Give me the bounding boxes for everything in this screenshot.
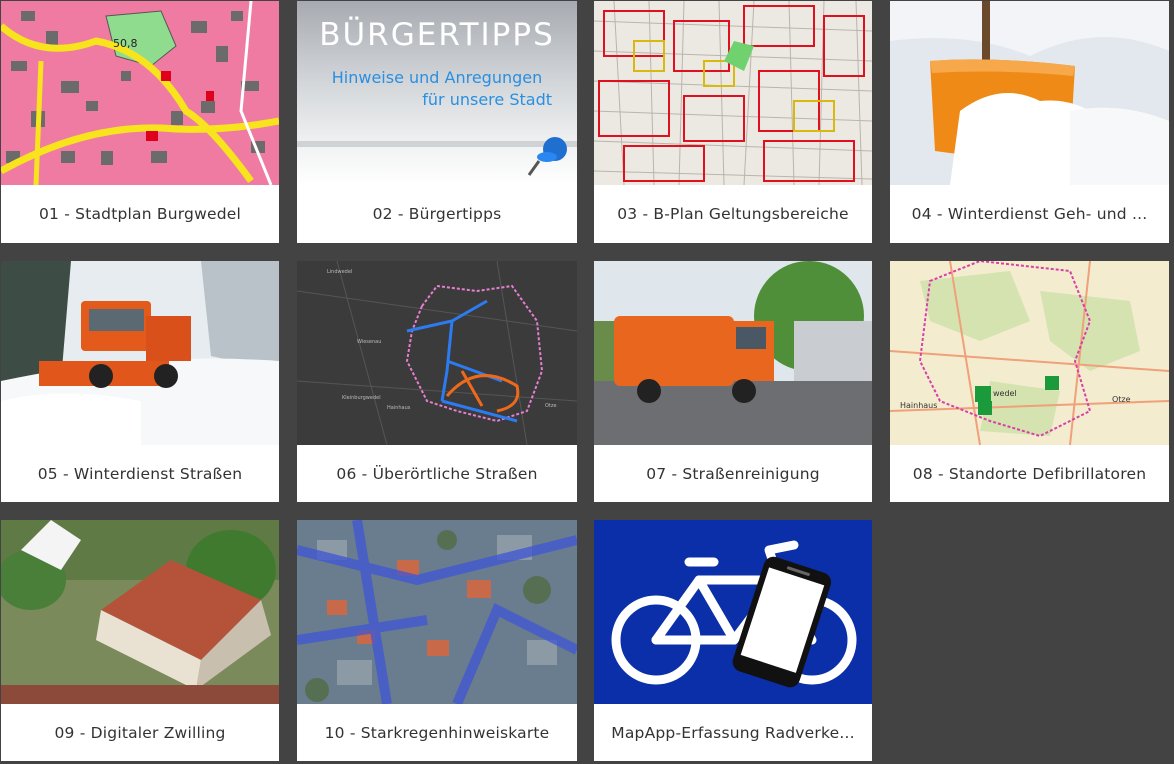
tile-winterdienst-geh[interactable]: 04 - Winterdienst Geh- und ... xyxy=(890,1,1169,243)
snow-shovel-thumbnail xyxy=(890,1,1169,185)
tile-label: 07 - Straßenreinigung xyxy=(646,464,820,483)
tile-mapapp-erfassung-radverkehr[interactable]: MapApp-Erfassung Radverke... xyxy=(594,520,872,761)
tile-strassenreinigung[interactable]: 07 - Straßenreinigung xyxy=(594,261,872,502)
svg-text:Hainhaus: Hainhaus xyxy=(900,401,937,410)
tile-label: 08 - Standorte Defibrillatoren xyxy=(912,464,1147,483)
svg-text:Hainhaus: Hainhaus xyxy=(387,405,411,411)
bicycle-phone-icon xyxy=(594,520,872,704)
zoning-map-thumbnail xyxy=(594,1,872,185)
svg-text:wedel: wedel xyxy=(993,389,1017,398)
tile-ueberoertliche-strassen[interactable]: Lindwedel Wiesenau Kleinburgwedel Hainha… xyxy=(297,261,577,502)
svg-text:BÜRGERTIPPS: BÜRGERTIPPS xyxy=(319,16,555,53)
svg-text:Kleinburgwedel: Kleinburgwedel xyxy=(342,395,381,401)
svg-text:Wiesenau: Wiesenau xyxy=(357,339,381,345)
tile-label: 01 - Stadtplan Burgwedel xyxy=(39,205,241,223)
street-sweeper-thumbnail xyxy=(594,261,872,445)
svg-text:50,8: 50,8 xyxy=(113,37,138,50)
tile-winterdienst-strassen[interactable]: 05 - Winterdienst Straßen xyxy=(1,261,279,502)
svg-text:Otze: Otze xyxy=(1112,395,1131,404)
tile-label: 06 - Überörtliche Straßen xyxy=(336,464,538,483)
road-network-map-thumbnail: Lindwedel Wiesenau Kleinburgwedel Hainha… xyxy=(297,261,577,445)
tile-standorte-defibrillatoren[interactable]: wedel Hainhaus Otze 08 - Standorte Defib… xyxy=(890,261,1169,502)
svg-text:Lindwedel: Lindwedel xyxy=(327,269,352,275)
tile-starkregenhinweiskarte[interactable]: 10 - Starkregenhinweiskarte xyxy=(297,520,577,761)
tile-bplan-geltungsbereiche[interactable]: 03 - B-Plan Geltungsbereiche xyxy=(594,1,872,243)
tile-stadtplan-burgwedel[interactable]: 50,8 01 - Stadtplan Burgwedel xyxy=(1,1,279,243)
city-map-thumbnail: 50,8 xyxy=(1,1,279,185)
svg-text:für unsere Stadt: für unsere Stadt xyxy=(422,90,552,109)
tile-label: 04 - Winterdienst Geh- und ... xyxy=(911,205,1148,223)
tile-label: 05 - Winterdienst Straßen xyxy=(37,464,243,483)
svg-text:Otze: Otze xyxy=(545,403,557,409)
tile-label: MapApp-Erfassung Radverke... xyxy=(611,723,855,742)
tile-buergertipps[interactable]: BÜRGERTIPPS Hinweise und Anregungen für … xyxy=(297,1,577,243)
buergertipps-banner-thumbnail: BÜRGERTIPPS Hinweise und Anregungen für … xyxy=(297,1,577,185)
defibrillator-map-thumbnail: wedel Hainhaus Otze xyxy=(890,261,1169,445)
tile-label: 03 - B-Plan Geltungsbereiche xyxy=(617,205,849,223)
snowplow-truck-thumbnail xyxy=(1,261,279,445)
svg-text:Hinweise und Anregungen: Hinweise und Anregungen xyxy=(332,68,543,87)
tile-digitaler-zwilling[interactable]: 09 - Digitaler Zwilling xyxy=(1,520,279,761)
tile-label: 02 - Bürgertipps xyxy=(372,205,502,223)
tile-label: 10 - Starkregenhinweiskarte xyxy=(324,723,550,742)
digital-twin-house-thumbnail xyxy=(1,520,279,704)
heavy-rain-aerial-thumbnail xyxy=(297,520,577,704)
tile-label: 09 - Digitaler Zwilling xyxy=(54,723,226,742)
